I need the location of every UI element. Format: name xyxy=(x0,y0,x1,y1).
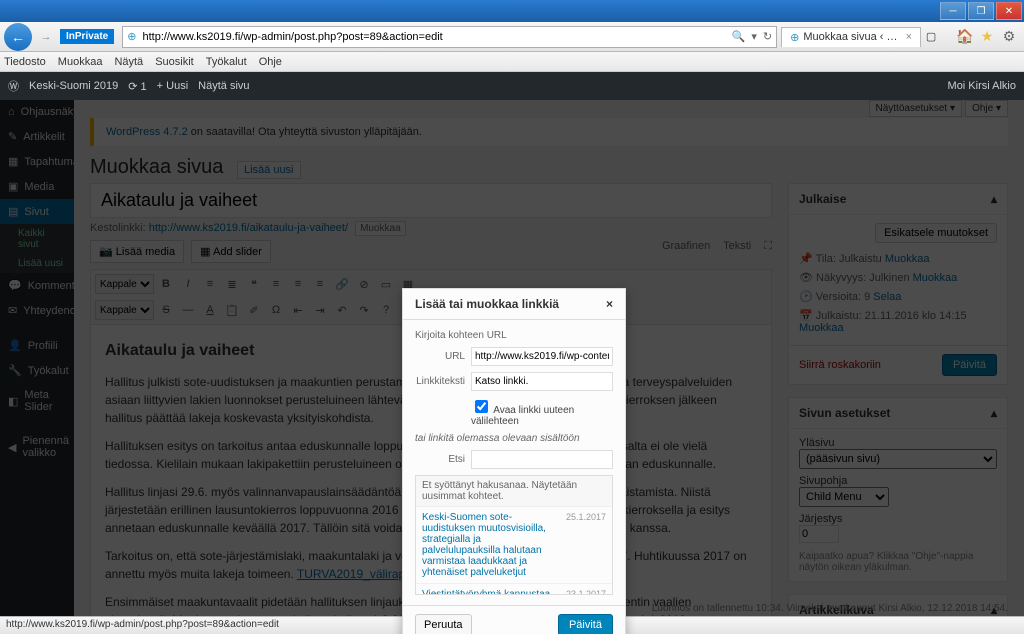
home-icon[interactable]: 🏠 xyxy=(954,26,976,48)
link-modal: Lisää tai muokkaa linkkiä × Kirjoita koh… xyxy=(402,288,626,634)
cancel-button[interactable]: Peruuta xyxy=(415,614,472,634)
menu-favorites[interactable]: Suosikit xyxy=(155,56,194,68)
menu-file[interactable]: Tiedosto xyxy=(4,56,46,68)
search-icon[interactable]: 🔍 xyxy=(732,30,746,43)
search-results: Et syöttänyt hakusanaa. Näytetään uusimm… xyxy=(415,475,613,595)
newtab-checkbox[interactable] xyxy=(475,400,488,413)
or-label: tai linkitä olemassa olevaan sisältöön xyxy=(415,433,613,444)
wordpress-admin: Ⓦ Keski-Suomi 2019 ⟳ 1 + Uusi Näytä sivu… xyxy=(0,72,1024,616)
new-tab-button[interactable]: ▢ xyxy=(921,30,941,43)
url-label: URL xyxy=(415,351,465,362)
tab-title: Muokkaa sivua ‹ Keski-Suo... xyxy=(803,31,901,43)
linktext-input[interactable] xyxy=(471,372,613,391)
inprivate-badge: InPrivate xyxy=(60,29,114,44)
modal-desc: Kirjoita kohteen URL xyxy=(415,330,613,341)
linktext-label: Linkkiteksti xyxy=(415,376,465,387)
result-item[interactable]: Keski-Suomen sote-uudistuksen muutosvisi… xyxy=(416,507,612,584)
modal-close-icon[interactable]: × xyxy=(606,297,613,311)
globe-icon: ⊕ xyxy=(127,30,136,43)
maximize-button[interactable]: ❐ xyxy=(968,2,994,20)
submit-button[interactable]: Päivitä xyxy=(558,614,613,634)
close-window-button[interactable]: ✕ xyxy=(996,2,1022,20)
menu-view[interactable]: Näytä xyxy=(114,56,143,68)
result-item[interactable]: Viestintätyöryhmä kannustaa henkilöstön … xyxy=(416,584,612,595)
menu-edit[interactable]: Muokkaa xyxy=(58,56,103,68)
result-title: Viestintätyöryhmä kannustaa henkilöstön … xyxy=(422,589,562,595)
menu-help[interactable]: Ohje xyxy=(259,56,282,68)
back-button[interactable]: ← xyxy=(4,23,32,51)
url-input[interactable] xyxy=(471,347,613,366)
modal-title: Lisää tai muokkaa linkkiä xyxy=(415,297,559,311)
forward-button[interactable]: → xyxy=(36,27,56,47)
menu-tools[interactable]: Työkalut xyxy=(206,56,247,68)
search-label: Etsi xyxy=(415,454,465,465)
status-url: http://www.ks2019.fi/wp-admin/post.php?p… xyxy=(6,619,279,630)
url-input[interactable] xyxy=(140,30,731,44)
wp-logo-icon[interactable]: Ⓦ xyxy=(8,78,19,94)
results-header: Et syöttänyt hakusanaa. Näytetään uusimm… xyxy=(416,476,612,507)
address-bar[interactable]: ⊕ 🔍 ▾ ↻ xyxy=(122,26,777,48)
close-tab-icon[interactable]: × xyxy=(906,31,912,43)
browser-menubar: Tiedosto Muokkaa Näytä Suosikit Työkalut… xyxy=(0,52,1024,72)
window-titlebar: ─ ❐ ✕ xyxy=(0,0,1024,22)
result-title: Keski-Suomen sote-uudistuksen muutosvisi… xyxy=(422,512,562,578)
result-date: 23.1.2017 xyxy=(566,589,606,595)
refresh-icon[interactable]: ↻ xyxy=(763,30,772,43)
browser-tab[interactable]: ⊕ Muokkaa sivua ‹ Keski-Suo... × xyxy=(781,27,921,47)
tools-icon[interactable]: ⚙ xyxy=(998,26,1020,48)
search-input[interactable] xyxy=(471,450,613,469)
dropdown-icon[interactable]: ▾ xyxy=(751,30,757,43)
minimize-button[interactable]: ─ xyxy=(940,2,966,20)
browser-navbar: ← → InPrivate ⊕ 🔍 ▾ ↻ ⊕ Muokkaa sivua ‹ … xyxy=(0,22,1024,52)
result-date: 25.1.2017 xyxy=(566,512,606,578)
tab-favicon: ⊕ xyxy=(790,31,799,44)
favorites-icon[interactable]: ★ xyxy=(976,26,998,48)
